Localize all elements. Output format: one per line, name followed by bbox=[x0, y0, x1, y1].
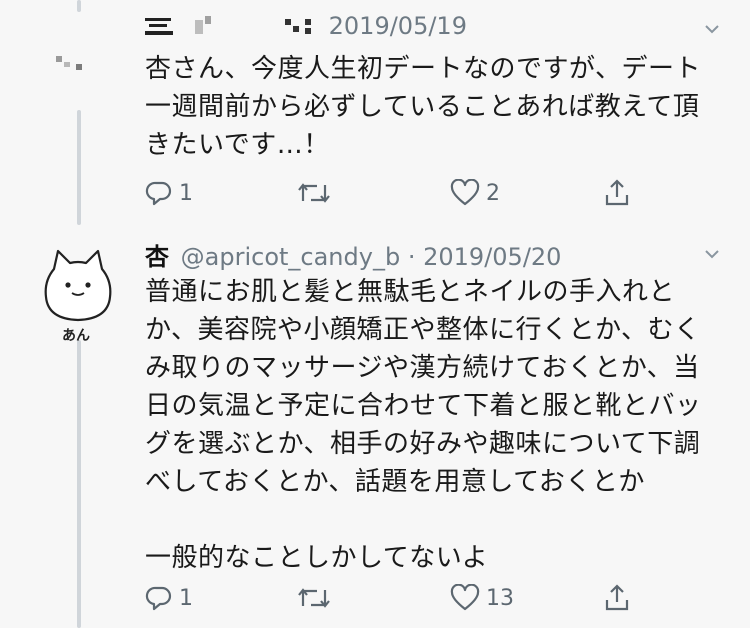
reply-button[interactable]: 1 bbox=[145, 581, 193, 615]
masked-username[interactable] bbox=[145, 14, 315, 40]
avatar-caption: あん bbox=[62, 328, 90, 344]
tweet-name[interactable]: 杏 bbox=[145, 243, 169, 271]
header-separator: · bbox=[407, 243, 416, 271]
heart-icon bbox=[450, 179, 480, 206]
retweet-icon bbox=[298, 183, 330, 203]
like-button[interactable]: 2 bbox=[450, 176, 500, 210]
tweet-text: 普通にお肌と髪と無駄毛とネイルの手入れと か、美容院や小顔矯正や整体に行くとか、… bbox=[145, 277, 702, 573]
tweet-actions: 1 13 bbox=[145, 581, 645, 615]
tweet-date[interactable]: 2019/05/19 bbox=[329, 12, 467, 40]
share-button[interactable] bbox=[603, 581, 631, 615]
reply-button[interactable]: 1 bbox=[145, 176, 193, 210]
tweet-header: 杏 @apricot_candy_b · 2019/05/20 bbox=[145, 237, 561, 272]
tweet-handle[interactable]: @apricot_candy_b bbox=[181, 243, 401, 271]
chevron-down-icon[interactable] bbox=[705, 22, 719, 36]
retweet-icon bbox=[298, 588, 330, 608]
retweet-button[interactable] bbox=[297, 176, 337, 210]
reply-count: 1 bbox=[179, 585, 193, 611]
share-button[interactable] bbox=[603, 176, 631, 210]
tweet-text: 杏さん、今度人生初デートなのですが、デート 一週間前から必ずしていることあれば教… bbox=[145, 54, 701, 160]
share-icon bbox=[605, 179, 629, 206]
like-button[interactable]: 13 bbox=[450, 581, 514, 615]
reply-count: 1 bbox=[179, 180, 193, 206]
avatar[interactable]: あん bbox=[40, 247, 120, 347]
tweet-2[interactable]: あん 杏 @apricot_candy_b · 2019/05/20 普通にお肌… bbox=[0, 225, 750, 628]
heart-icon bbox=[450, 584, 480, 611]
tweet-1[interactable]: 2019/05/19 杏さん、今度人生初デートなのですが、デート 一週間前から必… bbox=[0, 0, 750, 225]
share-icon bbox=[605, 584, 629, 611]
like-count: 2 bbox=[486, 180, 500, 206]
chevron-down-icon[interactable] bbox=[705, 247, 719, 261]
reply-icon bbox=[145, 181, 172, 206]
tweet-actions: 1 2 bbox=[145, 176, 645, 210]
like-count: 13 bbox=[486, 585, 514, 611]
avatar-masked[interactable] bbox=[56, 52, 96, 82]
retweet-button[interactable] bbox=[297, 581, 337, 615]
tweet-header: 2019/05/19 bbox=[145, 12, 467, 40]
reply-icon bbox=[145, 586, 172, 611]
cat-face-icon bbox=[44, 249, 112, 322]
tweet-date[interactable]: 2019/05/20 bbox=[423, 243, 561, 271]
